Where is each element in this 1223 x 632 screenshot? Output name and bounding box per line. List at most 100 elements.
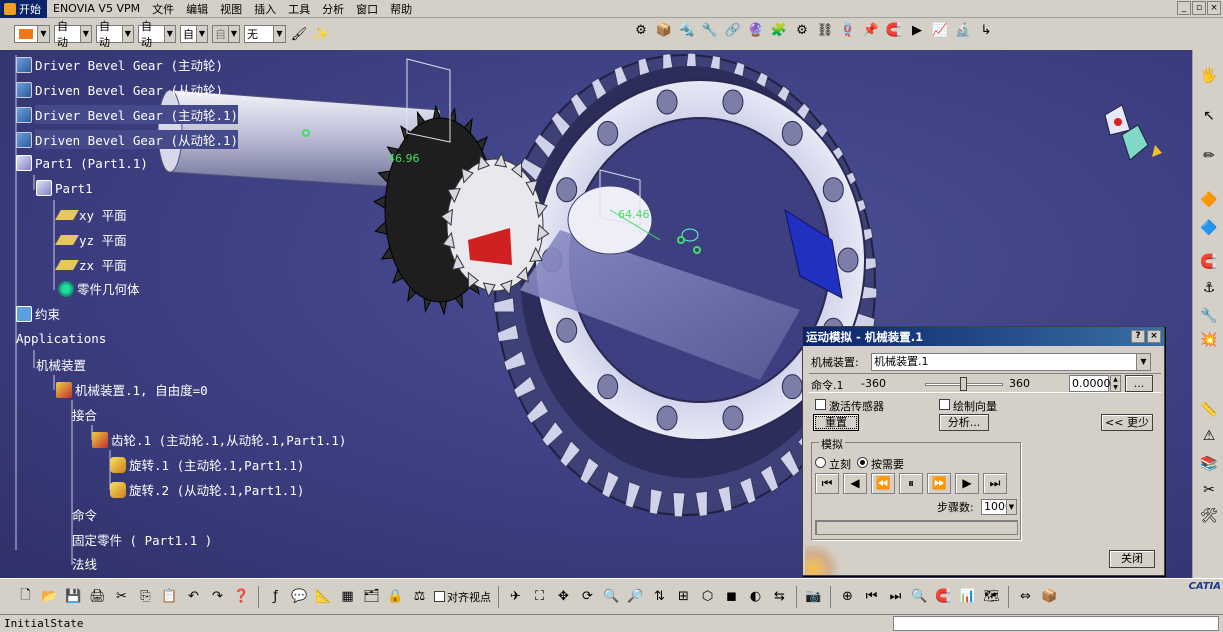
constraint-icon[interactable]: ⚖ <box>410 587 429 606</box>
line-thickness-combo[interactable]: 自动 ▼ <box>96 20 134 49</box>
sectioning-icon[interactable]: ✂ <box>1199 480 1219 500</box>
pan-view-icon[interactable]: ✥ <box>554 587 573 606</box>
select-icon[interactable]: ↖ <box>1199 106 1219 126</box>
planar-joint-icon[interactable]: 🧩 <box>770 21 788 39</box>
minimize-button[interactable]: _ <box>1177 1 1191 15</box>
new-icon[interactable]: 🗋 <box>16 587 35 606</box>
shading-icon[interactable]: ◼ <box>722 587 741 606</box>
assembly-constraints-icon[interactable]: 🧲 <box>885 21 903 39</box>
parameters-icon[interactable]: ⇔ <box>1016 587 1035 606</box>
pause-icon[interactable]: ⏸ <box>899 473 923 494</box>
on-request-radio[interactable] <box>857 457 868 468</box>
rotate-icon[interactable]: ⟳ <box>578 587 597 606</box>
reset-button[interactable]: 重置 <box>813 414 859 431</box>
menu-view[interactable]: 视图 <box>214 1 248 17</box>
tree-node-revolute-1[interactable]: 旋转.1 (主动轮.1,Part1.1) <box>110 455 304 474</box>
print-icon[interactable]: 🖨 <box>88 587 107 606</box>
tree-node-driven-bevel-gear-1[interactable]: Driven Bevel Gear (从动轮.1) <box>16 130 239 149</box>
cable-joint-icon[interactable]: 🪢 <box>839 21 857 39</box>
layer-combo[interactable]: 无 ▼ <box>244 25 286 43</box>
tree-node-constraints[interactable]: 约束 <box>16 304 60 323</box>
compass-icon[interactable] <box>1104 104 1162 161</box>
steps-select[interactable]: 1000 ▼ <box>981 499 1017 515</box>
jump-to-start-icon[interactable]: ⏮ <box>815 473 839 494</box>
command-slider-thumb[interactable] <box>960 377 967 391</box>
measure-item-icon[interactable]: 📐 <box>314 587 333 606</box>
immediate-radio[interactable] <box>815 457 826 468</box>
less-button[interactable]: << 更少 <box>1101 414 1153 431</box>
menu-analysis[interactable]: 分析 <box>316 1 350 17</box>
fit-all-icon[interactable]: ⛶ <box>530 587 549 606</box>
dialog-close-x-button[interactable]: × <box>1147 330 1161 343</box>
point-type-combo[interactable]: 自 ▼ <box>180 25 208 43</box>
catalog-icon[interactable]: 📚 <box>1199 454 1219 474</box>
zoom-in-icon[interactable]: 🔍 <box>602 587 621 606</box>
mechanism-select[interactable]: 机械装置.1 ▼ <box>871 353 1151 371</box>
normal-view-icon[interactable]: ⇅ <box>650 587 669 606</box>
copy-icon[interactable]: ⎘ <box>136 587 155 606</box>
tree-node-revolute-2[interactable]: 旋转.2 (从动轮.1,Part1.1) <box>110 480 304 499</box>
tree-node-yz-plane[interactable]: yz 平面 <box>55 230 127 249</box>
jump-to-end-icon[interactable]: ⏭ <box>983 473 1007 494</box>
format-painter-icon[interactable]: 🖌 <box>290 25 308 43</box>
line-type-combo[interactable]: 自动 ▼ <box>138 20 176 49</box>
dialog-titlebar[interactable]: 运动模拟 - 机械装置.1 <box>803 327 1164 346</box>
mapping-icon[interactable]: 🗺 <box>982 587 1001 606</box>
product-icon[interactable]: 📦 <box>1040 587 1059 606</box>
tree-node-laws[interactable]: 法线 <box>72 554 97 573</box>
hide-show-view-icon[interactable]: ◐ <box>746 587 765 606</box>
undo-icon[interactable]: ↶ <box>184 587 203 606</box>
command-value-field[interactable]: 0.0000 <box>1069 375 1111 392</box>
tree-node-driven-bevel-gear[interactable]: Driven Bevel Gear (从动轮) <box>16 80 223 99</box>
zoom-out-icon[interactable]: 🔎 <box>626 587 645 606</box>
transparency-combo[interactable]: 自动 ▼ <box>54 20 92 49</box>
analysis-button[interactable]: 分析... <box>939 414 989 431</box>
measure-icon[interactable]: 📏 <box>1199 400 1219 420</box>
play-backward-icon[interactable]: ◀ <box>843 473 867 494</box>
gear-joint-icon[interactable]: ⚙ <box>793 21 811 39</box>
comment-icon[interactable]: 💬 <box>290 587 309 606</box>
fixed-part-icon[interactable]: 📌 <box>862 21 880 39</box>
cut-icon[interactable]: ✂ <box>112 587 131 606</box>
start-menu[interactable]: 开始 <box>0 0 47 18</box>
table-icon[interactable]: ▦ <box>338 587 357 606</box>
menu-file[interactable]: 文件 <box>146 1 180 17</box>
hide-show-icon[interactable]: 🔷 <box>1199 218 1219 238</box>
lock-icon[interactable]: 🔒 <box>386 587 405 606</box>
more-options-button[interactable]: ... <box>1125 375 1153 392</box>
revolute-joint-icon[interactable]: ⚙ <box>632 21 650 39</box>
restore-button[interactable]: ▫ <box>1192 1 1206 15</box>
tree-node-driver-bevel-gear-1[interactable]: Driver Bevel Gear (主动轮.1) <box>16 105 239 124</box>
rigid-joint-icon[interactable]: 🔗 <box>724 21 742 39</box>
play-forward-icon[interactable]: ▶ <box>955 473 979 494</box>
menu-insert[interactable]: 插入 <box>248 1 282 17</box>
swap-space-icon[interactable]: ⇆ <box>770 587 789 606</box>
tree-node-joints[interactable]: 接合 <box>72 405 97 424</box>
tree-node-part-body[interactable]: 零件几何体 <box>58 279 140 298</box>
clash-icon[interactable]: ⚠ <box>1199 426 1219 446</box>
camera-icon[interactable]: 📷 <box>804 587 823 606</box>
explode-icon[interactable]: 💥 <box>1199 330 1219 350</box>
sketcher-icon[interactable]: ✏ <box>1199 146 1219 166</box>
prismatic-joint-icon[interactable]: 📦 <box>655 21 673 39</box>
spinner-icon[interactable]: ▲ ▼ <box>1110 375 1121 392</box>
step-forward-icon[interactable]: ⏩ <box>927 473 951 494</box>
fly-mode-icon[interactable]: ✈ <box>506 587 525 606</box>
manipulation-icon[interactable]: 🔧 <box>1199 306 1219 326</box>
activate-sensors-checkbox[interactable] <box>815 399 826 410</box>
color-combo[interactable]: ▼ <box>14 25 50 43</box>
rack-joint-icon[interactable]: ⛓ <box>816 21 834 39</box>
formula-icon[interactable]: ƒ <box>266 587 285 606</box>
compass-reset-icon[interactable]: ⊕ <box>838 587 857 606</box>
help-button[interactable]: ? <box>1131 330 1145 343</box>
close-window-button[interactable]: × <box>1207 1 1221 15</box>
graph-icon[interactable]: 📊 <box>958 587 977 606</box>
next-icon[interactable]: ⏭ <box>886 587 905 606</box>
whats-this-icon[interactable]: ❓ <box>232 587 251 606</box>
swap-visible-space-icon[interactable]: 🔶 <box>1199 190 1219 210</box>
mechanism-analysis-icon[interactable]: 🔬 <box>954 21 972 39</box>
paste-icon[interactable]: 📋 <box>160 587 179 606</box>
tree-node-gear-joint-1[interactable]: 齿轮.1 (主动轮.1,从动轮.1,Part1.1) <box>92 430 346 449</box>
tree-node-applications[interactable]: Applications <box>16 331 106 346</box>
menu-edit[interactable]: 编辑 <box>180 1 214 17</box>
